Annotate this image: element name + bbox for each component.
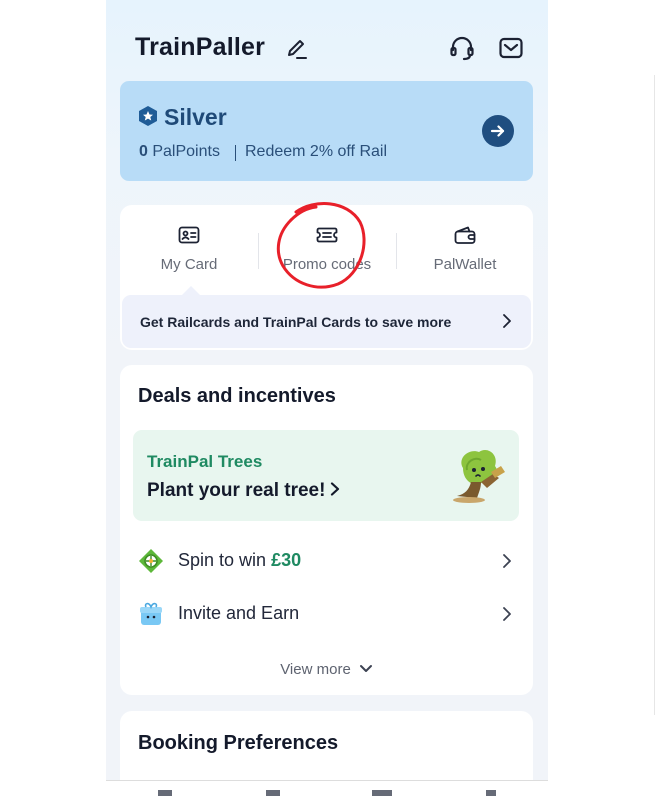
gift-icon	[140, 602, 162, 625]
my-card-shortcut[interactable]: My Card	[124, 223, 254, 283]
railcard-banner[interactable]: Get Railcards and TrainPal Cards to save…	[122, 295, 531, 348]
palpoints-unit: PalPoints	[152, 143, 220, 160]
bottom-nav-border	[106, 780, 548, 781]
invite-and-earn-label: Invite and Earn	[178, 603, 300, 623]
booking-preferences-title: Booking Preferences	[138, 732, 339, 754]
palwallet-shortcut[interactable]: PalWallet	[400, 223, 530, 283]
membership-tier-card[interactable]: Silver 0 PalPoints Redeem 2% off Rail	[120, 81, 533, 181]
palwallet-label: PalWallet	[433, 256, 497, 273]
chevron-right-icon	[503, 314, 511, 328]
view-more-label: View more	[280, 661, 351, 678]
railcard-banner-text: Get Railcards and TrainPal Cards to save…	[140, 314, 452, 330]
redeem-offer-text[interactable]: Redeem 2% off Rail	[245, 143, 387, 161]
chevron-right-icon	[503, 607, 511, 621]
edit-pencil-icon[interactable]	[285, 37, 309, 61]
trees-cta: Plant your real tree!	[147, 480, 341, 502]
chevron-right-icon	[331, 482, 340, 496]
spin-prize-amount: £30	[271, 550, 302, 570]
spin-to-win-text: Spin to win	[178, 550, 272, 570]
arrow-right-icon	[490, 125, 505, 137]
bottom-nav-icon-peek	[266, 790, 280, 796]
tier-name: Silver	[164, 104, 227, 130]
booking-preferences-card[interactable]: Booking Preferences	[120, 711, 533, 780]
view-more-button[interactable]: View more	[120, 661, 533, 678]
trees-title: TrainPal Trees	[147, 452, 263, 471]
spin-to-win-label: Spin to win £30	[178, 550, 301, 571]
palpoints-balance[interactable]: 0 PalPoints	[139, 143, 220, 161]
tier-badge-icon	[139, 106, 157, 126]
tree-mascot-illustration	[453, 449, 505, 503]
chevron-down-icon	[359, 665, 372, 672]
bottom-nav-icon-peek	[372, 790, 392, 796]
palpoints-value: 0	[139, 143, 148, 160]
bottom-nav-icon-peek	[486, 790, 496, 796]
headset-support-icon[interactable]	[448, 34, 476, 62]
wallet-icon	[454, 226, 476, 244]
my-card-label: My Card	[160, 256, 218, 273]
id-card-icon	[178, 226, 200, 244]
tier-arrow-button[interactable]	[482, 115, 514, 147]
trees-cta-text: Plant your real tree!	[147, 480, 326, 501]
screen-edge-divider	[654, 75, 655, 715]
profile-name: TrainPaller	[135, 33, 266, 61]
shortcut-divider	[396, 233, 397, 269]
header: TrainPaller	[135, 30, 524, 70]
deals-section-title: Deals and incentives	[138, 385, 336, 407]
tier-divider	[235, 145, 236, 161]
bottom-nav-icon-peek	[158, 790, 172, 796]
app-screen: TrainPaller Silver 0 PalPoints Redeem 2%…	[106, 0, 548, 780]
hand-drawn-circle-annotation	[276, 202, 366, 289]
invite-and-earn-row[interactable]: Invite and Earn	[120, 594, 533, 634]
mail-icon[interactable]	[497, 34, 525, 62]
trainpal-trees-banner[interactable]: TrainPal Trees Plant your real tree!	[133, 430, 519, 521]
banner-pointer	[182, 286, 200, 295]
spin-wheel-icon	[139, 549, 163, 573]
deals-card: Deals and incentives TrainPal Trees Plan…	[120, 365, 533, 695]
chevron-right-icon	[503, 554, 511, 568]
shortcut-divider	[258, 233, 259, 269]
spin-to-win-row[interactable]: Spin to win £30	[120, 541, 533, 581]
